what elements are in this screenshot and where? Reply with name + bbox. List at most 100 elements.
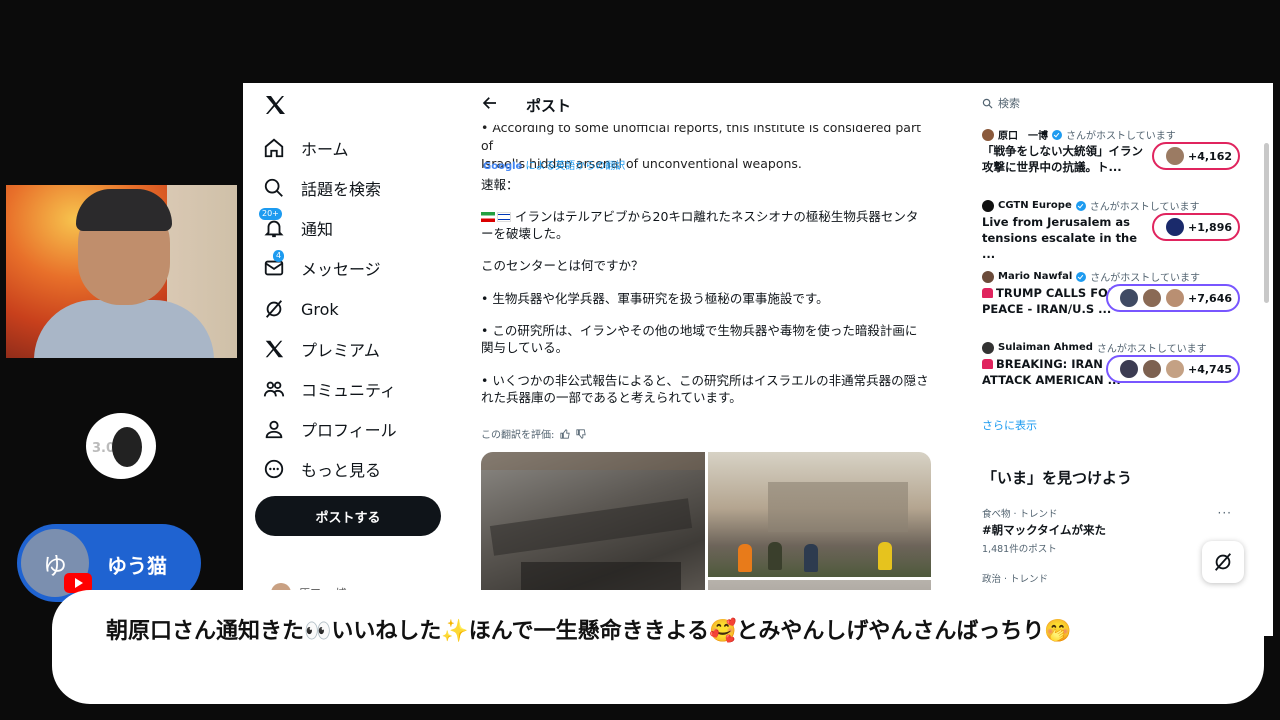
chat-message-text: 朝原口さん通知きた👀いいねした✨ほんで一生懸命ききよる🥰とみやんしげやんさんばっ… [106,619,1072,644]
listener-count-pill[interactable]: +4,162 [1151,142,1240,170]
space-card[interactable]: CGTN Europe さんがホストしています Live from Jerusal… [982,198,1240,261]
avatar [1118,288,1139,308]
space-title-text: BREAKING: IRAN ATTACK AMERICAN ... [982,357,1121,387]
rubble-photo-2[interactable] [708,452,931,577]
space-card[interactable]: Mario Nawfal さんがホストしています TRUMP CALLS FOR … [982,269,1240,316]
user-name: ゆう猫 [107,554,167,578]
search-box[interactable]: 検索 [982,95,1020,111]
post-paragraph-5: • いくつかの非公式報告によると、この研究所はイスラエルの非通常兵器の隠された兵… [481,373,929,405]
nav-item-explore[interactable]: 話題を検索 [263,172,381,204]
trend-item[interactable]: 政治 · トレンド [982,571,1232,585]
more-options-icon[interactable]: ··· [1218,506,1232,520]
avatar [982,128,994,141]
iran-flag-icon [481,212,495,222]
nav-label: コミュニティ [301,381,397,400]
space-card[interactable]: 原口 一博 さんがホストしています 「戦争をしない大統領」イラン攻撃に世界中の抗議… [982,127,1240,174]
space-host: 原口 一博 さんがホストしています [982,127,1240,142]
translation-credit-text: による英語からの翻訳 [525,161,626,172]
nav-item-premium[interactable]: プレミアム [263,333,380,365]
show-more-link[interactable]: さらに表示 [982,417,1037,433]
nav-label: メッセージ [301,260,381,279]
badge-face [112,427,142,467]
listener-count: +4,745 [1187,362,1232,376]
host-name: Mario Nawfal [998,271,1073,282]
space-title: Live from Jerusalem as tensions escalate… [982,215,1138,261]
nav-item-communities[interactable]: コミュニティ [263,373,396,405]
host-name: CGTN Europe [998,200,1072,211]
nav-item-messages[interactable]: 4 メッセージ [263,250,381,284]
grok-icon [263,298,285,320]
nav-label: もっと見る [301,461,382,480]
scrollbar[interactable] [1264,143,1269,303]
verified-icon [1075,200,1086,211]
flags-icon [481,208,515,225]
verified-icon [1052,129,1062,140]
host-name: Sulaiman Ahmed [998,342,1093,353]
listener-count-pill[interactable]: +7,646 [1105,284,1240,312]
host-suffix: さんがホストしています [1096,344,1207,355]
host-suffix: さんがホストしています [1089,202,1200,213]
israel-flag-icon [497,212,511,222]
breaking-label: 速報： [481,177,519,192]
message-badge: 4 [273,250,285,262]
nav-label: Grok [301,299,339,319]
listener-count-pill[interactable]: +4,745 [1105,355,1240,383]
thumbs-up-icon[interactable] [560,428,571,439]
search-icon [263,177,285,199]
listener-count-pill[interactable]: +1,896 [1151,213,1240,241]
avatar [1141,359,1162,379]
google-logo: Google [483,161,523,172]
space-host: Mario Nawfal さんがホストしています [982,269,1240,284]
trends-heading: 「いま」を見つけよう [982,469,1133,487]
listener-count: +7,646 [1187,291,1232,305]
listener-count: +4,162 [1187,149,1232,163]
nav-item-grok[interactable]: Grok [263,293,339,325]
mail-icon: 4 [263,250,285,279]
nav-item-notifications[interactable]: 20+ 通知 [259,208,333,244]
search-icon [982,98,993,109]
paragraph-text: イランはテルアビブから20キロ離れたネスシオナの極秘生物兵器センターを破壊した。 [481,209,919,241]
trend-count: 1,481件のポスト [982,544,1057,555]
avatar [1118,359,1139,379]
space-card[interactable]: Sulaiman Ahmed さんがホストしています BREAKING: IRAN… [982,340,1240,387]
notification-badge: 20+ [259,208,282,220]
avatar [982,270,994,283]
space-host: Sulaiman Ahmed さんがホストしています [982,340,1240,355]
bell-icon: 20+ [259,208,285,239]
post-column: • According to some unofficial reports, … [471,83,941,636]
avatar [982,341,994,354]
post-button[interactable]: ポストする [255,496,441,536]
page-title: ポスト [526,97,572,115]
profile-icon [263,418,285,440]
post-header: ポスト [471,83,941,125]
grok-floating-button[interactable] [1202,541,1244,583]
nav-label: プロフィール [301,421,397,440]
x-logo-icon[interactable] [263,93,287,117]
avatar [1164,359,1185,379]
nav-item-home[interactable]: ホーム [263,132,349,164]
webcam-feed [6,185,237,358]
trend-category: 食べ物 · トレンド [982,509,1058,520]
nav-label: ホーム [301,140,349,159]
siren-icon [982,359,993,369]
back-arrow-icon[interactable] [481,94,499,112]
thumbs-down-icon[interactable] [576,428,587,439]
nav-item-profile[interactable]: プロフィール [263,413,397,445]
space-title: 「戦争をしない大統領」イラン攻撃に世界中の抗議。ト... [982,144,1143,174]
post-paragraph-3: • 生物兵器や化学兵器、軍事研究を扱う極秘の軍事施設です。 [481,291,829,306]
trend-item[interactable]: 食べ物 · トレンド #朝マックタイムが来た 1,481件のポスト ··· [982,506,1232,555]
browser-window: ホーム 話題を検索 20+ 通知 4 メッセージ Grok プレミアム コミュニ… [243,83,1273,636]
post-paragraph-4: • この研究所は、イランやその他の地域で生物兵器や毒物を使った暗殺計画に関与して… [481,323,918,355]
grok-icon [1214,553,1232,571]
nav-item-more[interactable]: もっと見る [263,453,381,485]
host-suffix: さんがホストしています [1066,131,1176,142]
listener-count: +1,896 [1187,220,1232,234]
nav-label: 話題を検索 [301,180,382,199]
rate-translation: この翻訳を評価: [481,426,587,441]
channel-badge-logo: 3.0 [86,413,156,479]
avatar [1164,217,1185,237]
host-suffix: さんがホストしています [1090,273,1200,284]
person-hair [76,189,172,231]
avatar [1164,146,1185,166]
translation-credit[interactable]: Google による英語からの翻訳 [483,157,625,172]
